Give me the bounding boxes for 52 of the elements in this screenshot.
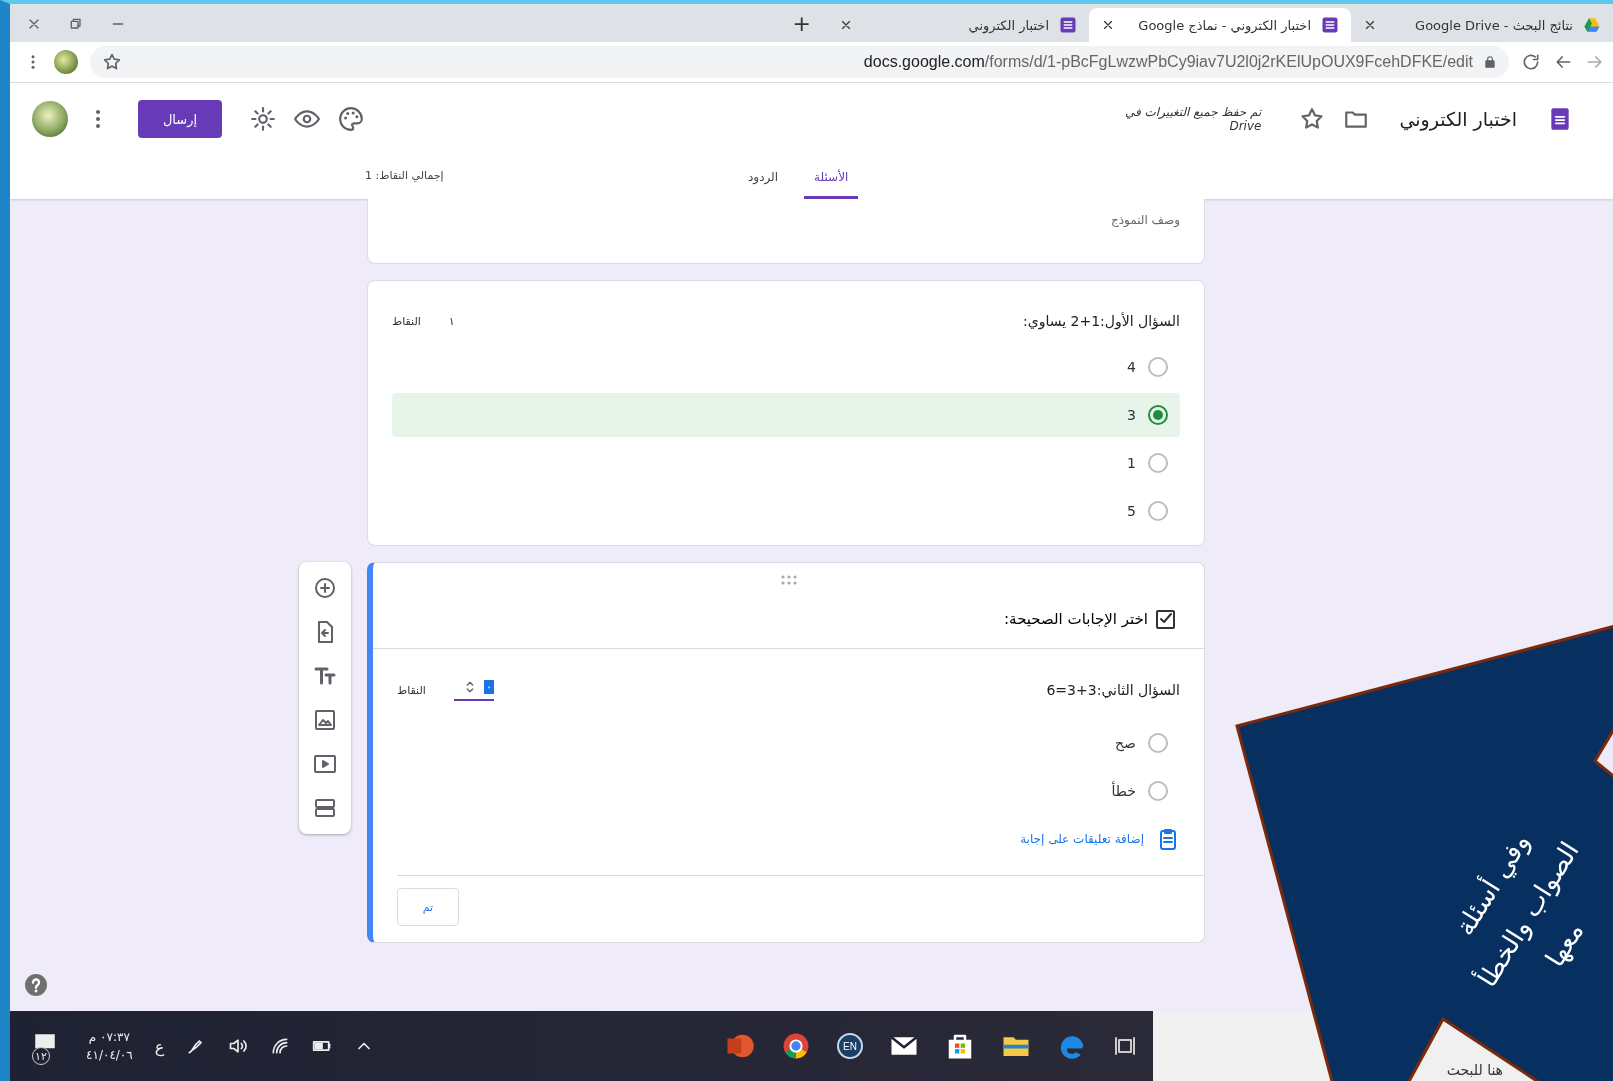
palette-icon[interactable] xyxy=(338,106,364,132)
question-title: السؤال الأول:1+2 يساوي: xyxy=(1022,313,1180,329)
close-icon[interactable] xyxy=(1363,18,1377,32)
browser-tab[interactable]: نتائج البحث - Google Drive xyxy=(1351,8,1613,42)
description-placeholder[interactable]: وصف النموذج xyxy=(1110,213,1180,227)
answer-option[interactable]: 5 xyxy=(392,489,1180,533)
question-title: السؤال الثاني:3+3=6 xyxy=(1046,682,1180,698)
clock[interactable]: ٠٧:٣٧ م ٤١/٠٤/٠٦ xyxy=(86,1030,133,1062)
new-tab-button[interactable]: + xyxy=(776,11,827,42)
form-icon xyxy=(1059,16,1077,34)
section-icon[interactable] xyxy=(313,796,337,820)
restore-icon[interactable] xyxy=(68,16,84,32)
points-field[interactable]: ٠ xyxy=(453,679,495,701)
drive-icon xyxy=(1583,16,1601,34)
profile-avatar[interactable] xyxy=(32,101,68,137)
points-value: ١ xyxy=(448,314,455,328)
send-button[interactable]: إرسال xyxy=(138,100,222,138)
form-title[interactable]: اختبار الكتروني xyxy=(1399,108,1517,130)
add-circle-icon[interactable] xyxy=(313,576,337,600)
taskbar-search-field[interactable]: هنا للبحث xyxy=(1446,1062,1503,1078)
points-label: النقاط xyxy=(397,683,426,697)
keyboard-app-icon[interactable]: EN xyxy=(837,1033,863,1059)
total-points: إجمالي النقاط: 1 xyxy=(365,169,444,182)
answer-option[interactable]: صح xyxy=(397,721,1180,765)
done-button[interactable]: تم xyxy=(397,888,459,926)
form-tab[interactable]: الردود xyxy=(738,170,789,199)
help-icon[interactable] xyxy=(24,973,48,997)
browser-tab[interactable]: اختبار الكتروني xyxy=(827,8,1089,42)
answer-key-title: اختر الإجابات الصحيحة: xyxy=(1004,609,1148,628)
close-icon[interactable] xyxy=(839,18,853,32)
language-indicator[interactable]: ع xyxy=(154,1036,165,1056)
profile-avatar[interactable] xyxy=(54,50,78,74)
settings-icon[interactable] xyxy=(250,106,276,132)
address-bar[interactable]: docs.google.com/forms/d/1-pBcFgLwzwPbCy9iav7U2l0j2rKElUpOUX9FcehDFKE/edit xyxy=(90,46,1509,78)
points-label: النقاط xyxy=(392,314,421,328)
answer-option[interactable]: 3 xyxy=(392,393,1180,437)
answer-option[interactable]: 4 xyxy=(392,345,1180,389)
browser-app-icon[interactable] xyxy=(781,1031,811,1061)
video-icon[interactable] xyxy=(313,752,337,776)
star-icon[interactable] xyxy=(1299,106,1326,132)
reload-icon[interactable] xyxy=(1521,52,1541,72)
answer-option[interactable]: 1 xyxy=(392,441,1180,485)
overlay-text: معها xyxy=(1539,916,1590,972)
lock-icon[interactable] xyxy=(1483,55,1497,69)
answer-option[interactable]: خطأ xyxy=(397,769,1180,813)
form-icon xyxy=(1321,16,1339,34)
image-icon[interactable] xyxy=(313,708,337,732)
add-feedback-link[interactable]: إضافة تعليقات على إجابة xyxy=(1020,832,1144,846)
task-view-icon[interactable] xyxy=(1113,1034,1137,1058)
close-icon[interactable] xyxy=(1101,18,1115,32)
browser-tab[interactable]: اختبار الكتروني - نماذج Google xyxy=(1089,8,1351,42)
star-icon[interactable] xyxy=(102,52,122,72)
